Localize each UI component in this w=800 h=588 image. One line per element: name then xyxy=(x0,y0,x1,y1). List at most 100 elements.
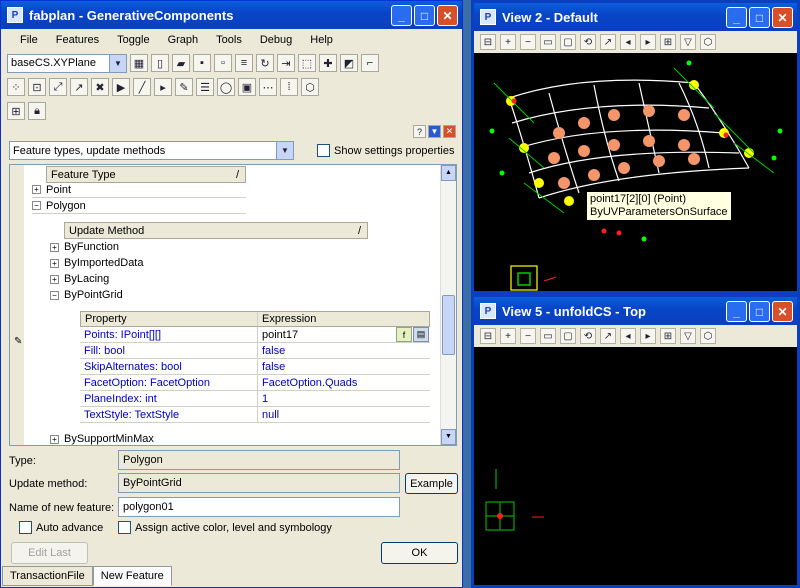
circle-icon[interactable]: ◯ xyxy=(217,78,235,96)
tab-new-feature[interactable]: New Feature xyxy=(92,566,172,586)
maximize-button[interactable]: □ xyxy=(749,7,770,28)
view5-canvas[interactable] xyxy=(474,347,797,585)
property-row-skipalternates[interactable]: SkipAlternates: bool false xyxy=(80,359,430,375)
property-row-planeindex[interactable]: PlaneIndex: int 1 xyxy=(80,391,430,407)
select-icon[interactable]: ⬚ xyxy=(298,54,316,72)
render-icon[interactable]: ▽ xyxy=(680,328,696,344)
close-button[interactable]: ✕ xyxy=(772,7,793,28)
table-icon[interactable]: ▤ xyxy=(413,327,429,342)
expand-icon[interactable]: + xyxy=(50,274,59,284)
ok-button[interactable]: OK xyxy=(381,542,458,564)
refresh-icon[interactable]: ↻ xyxy=(256,54,274,72)
menu-file[interactable]: File xyxy=(11,34,47,46)
axes-tool-icon[interactable]: ⌐ xyxy=(361,54,379,72)
assign-symbology-checkbox[interactable]: Assign active color, level and symbology xyxy=(118,521,332,534)
grid-icon[interactable]: ▦ xyxy=(130,54,148,72)
transform-icon[interactable]: ⤢ xyxy=(49,78,67,96)
view-next-icon[interactable]: ▸ xyxy=(640,328,656,344)
window-area-icon[interactable]: ▭ xyxy=(540,34,556,50)
help-icon[interactable]: ? xyxy=(413,125,426,138)
scroll-up-icon[interactable]: ▲ xyxy=(441,165,456,181)
cube-view-icon[interactable]: ⬡ xyxy=(700,328,716,344)
show-settings-checkbox[interactable]: Show settings properties xyxy=(317,144,454,157)
panel-close-icon[interactable]: ✕ xyxy=(443,125,456,138)
view2-titlebar[interactable]: P View 2 - Default _ □ ✕ xyxy=(474,3,797,31)
edit-last-button[interactable]: Edit Last xyxy=(11,542,88,564)
property-row-textstyle[interactable]: TextStyle: TextStyle null xyxy=(80,407,430,423)
menu-help[interactable]: Help xyxy=(301,34,342,46)
hierarchy-icon[interactable]: ⊞ xyxy=(7,102,25,120)
zoom-in-icon[interactable]: + xyxy=(500,328,516,344)
view-next-icon[interactable]: ▸ xyxy=(640,34,656,50)
scroll-thumb[interactable] xyxy=(442,295,455,355)
save-all-icon[interactable]: ▫ xyxy=(214,54,232,72)
point-tool-icon[interactable]: ✚ xyxy=(319,54,337,72)
collapse-icon[interactable]: − xyxy=(32,201,41,210)
collapse-icon[interactable]: − xyxy=(50,290,59,300)
delete-icon[interactable]: ✖ xyxy=(91,78,109,96)
view-previous-icon[interactable]: ◂ xyxy=(620,328,636,344)
property-row-points[interactable]: Points: IPoint[][] point17 f ▤ xyxy=(80,327,430,343)
panel-mode-select[interactable]: Feature types, update methods ▼ xyxy=(9,141,294,160)
tree-scrollbar[interactable]: ▲ ▼ xyxy=(440,165,456,445)
close-button[interactable]: ✕ xyxy=(437,5,458,26)
step-icon[interactable]: ⇥ xyxy=(277,54,295,72)
expression-input[interactable]: point17 f ▤ xyxy=(258,327,430,342)
menu-graph[interactable]: Graph xyxy=(159,34,208,46)
expand-icon[interactable]: + xyxy=(50,258,59,268)
coord-system-select[interactable]: baseCS.XYPlane ▼ xyxy=(7,53,127,73)
cube-icon[interactable]: ⬡ xyxy=(301,78,319,96)
function-icon[interactable]: f xyxy=(396,327,412,342)
render-icon[interactable]: ▽ xyxy=(680,34,696,50)
lock-icon[interactable]: 🔒︎ xyxy=(28,102,46,120)
expand-icon[interactable]: + xyxy=(32,185,41,194)
checkbox-box[interactable] xyxy=(317,144,330,157)
move-icon[interactable]: ↗ xyxy=(70,78,88,96)
line-icon[interactable]: ╱ xyxy=(133,78,151,96)
plane-tool-icon[interactable]: ◩ xyxy=(340,54,358,72)
pin-icon[interactable]: ▼ xyxy=(428,125,441,138)
property-row-fill[interactable]: Fill: bool false xyxy=(80,343,430,359)
auto-advance-checkbox[interactable]: Auto advance xyxy=(19,521,103,534)
menu-debug[interactable]: Debug xyxy=(251,34,301,46)
tree-item-polygon[interactable]: − Polygon xyxy=(32,198,246,214)
method-bylacing[interactable]: + ByLacing xyxy=(50,271,370,287)
menu-toggle[interactable]: Toggle xyxy=(108,34,158,46)
checkbox-box[interactable] xyxy=(118,521,131,534)
minimize-button[interactable]: _ xyxy=(726,7,747,28)
list-icon[interactable]: ☰ xyxy=(196,78,214,96)
pencil-icon[interactable]: ✎ xyxy=(175,78,193,96)
close-button[interactable]: ✕ xyxy=(772,301,793,322)
checkbox-box[interactable] xyxy=(19,521,32,534)
pan-icon[interactable]: ↗ xyxy=(600,328,616,344)
new-file-icon[interactable]: ▯ xyxy=(151,54,169,72)
open-folder-icon[interactable]: ▰ xyxy=(172,54,190,72)
property-row-facetoption[interactable]: FacetOption: FacetOption FacetOption.Qua… xyxy=(80,375,430,391)
connect-icon[interactable]: ⊡ xyxy=(28,78,46,96)
fit-view-icon[interactable]: ▢ xyxy=(560,328,576,344)
clip-volume-icon[interactable]: ⊞ xyxy=(660,34,676,50)
tree-item-point[interactable]: + Point xyxy=(32,182,246,198)
node-icon[interactable]: ▣ xyxy=(238,78,256,96)
view5-titlebar[interactable]: P View 5 - unfoldCS - Top _ □ ✕ xyxy=(474,297,797,325)
zoom-in-icon[interactable]: + xyxy=(500,34,516,50)
cluster-icon[interactable]: ⁘ xyxy=(7,78,25,96)
view-attributes-icon[interactable]: ⊟ xyxy=(480,34,496,50)
pan-icon[interactable]: ↗ xyxy=(600,34,616,50)
zoom-out-icon[interactable]: − xyxy=(520,328,536,344)
maximize-button[interactable]: □ xyxy=(749,301,770,322)
method-bysupportminmax[interactable]: + BySupportMinMax xyxy=(50,431,370,445)
clip-volume-icon[interactable]: ⊞ xyxy=(660,328,676,344)
method-bypointgrid[interactable]: − ByPointGrid xyxy=(50,287,370,303)
play-icon[interactable]: ▶ xyxy=(112,78,130,96)
graph-icon[interactable]: ⋯ xyxy=(259,78,277,96)
method-byfunction[interactable]: + ByFunction xyxy=(50,239,370,255)
menu-tools[interactable]: Tools xyxy=(207,34,251,46)
minimize-button[interactable]: _ xyxy=(726,301,747,322)
menu-features[interactable]: Features xyxy=(47,34,108,46)
zoom-out-icon[interactable]: − xyxy=(520,34,536,50)
method-byimporteddata[interactable]: + ByImportedData xyxy=(50,255,370,271)
run-icon[interactable]: ▸ xyxy=(154,78,172,96)
view-attributes-icon[interactable]: ⊟ xyxy=(480,328,496,344)
scroll-down-icon[interactable]: ▼ xyxy=(441,429,456,445)
